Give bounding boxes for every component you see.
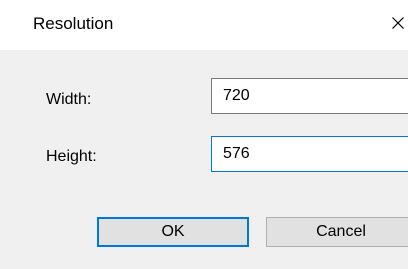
height-input[interactable] — [211, 136, 408, 172]
ok-button[interactable]: OK — [97, 217, 249, 247]
width-input[interactable] — [211, 78, 408, 114]
resolution-dialog: Resolution Width: Height: OK Cancel — [0, 0, 408, 269]
dialog-content: Width: Height: OK Cancel — [0, 50, 408, 269]
close-button[interactable] — [386, 8, 408, 38]
close-icon — [392, 17, 404, 29]
dialog-title: Resolution — [33, 14, 114, 33]
title-bar: Resolution — [0, 0, 408, 50]
height-label: Height: — [46, 148, 97, 165]
cancel-button[interactable]: Cancel — [266, 217, 408, 247]
width-label: Width: — [46, 91, 92, 108]
